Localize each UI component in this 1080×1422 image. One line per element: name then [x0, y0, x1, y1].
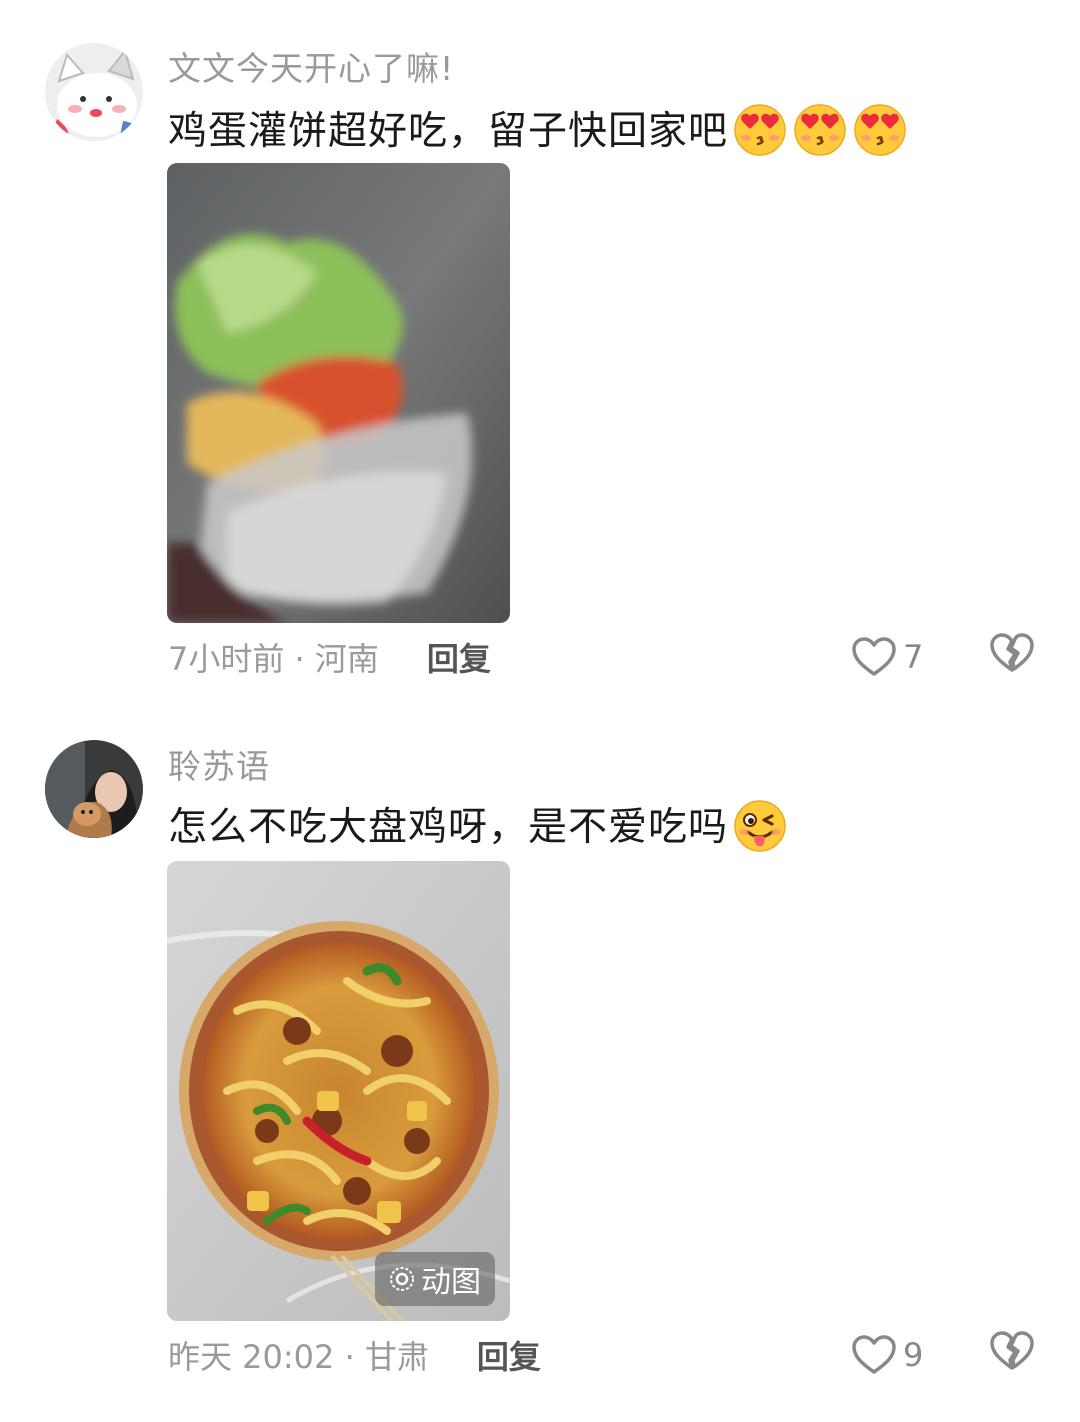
- like-count: 9: [903, 1336, 924, 1374]
- broken-heart-icon: [990, 633, 1034, 672]
- egg-pancake-photo[interactable]: [167, 163, 510, 623]
- gif-icon: [390, 1267, 414, 1291]
- timestamp-location: 7小时前 · 河南: [168, 640, 379, 678]
- gif-badge: 动图: [375, 1252, 495, 1306]
- gif-label: 动图: [421, 1265, 481, 1300]
- like-count: 7: [903, 638, 924, 676]
- dislike-button[interactable]: [990, 1330, 1034, 1380]
- photo-avatar-image: [45, 740, 143, 838]
- user-avatar[interactable]: [45, 43, 143, 141]
- reply-button[interactable]: 回复: [427, 634, 491, 680]
- wink-tongue-emoji-icon: [732, 796, 788, 852]
- comment-meta-row: 7小时前 · 河南 回复 7: [168, 627, 1048, 687]
- big-plate-chicken-photo[interactable]: 动图: [167, 861, 510, 1321]
- heart-icon: [852, 1335, 896, 1374]
- username[interactable]: 聆苏语: [168, 740, 270, 788]
- heart-eyes-kiss-emoji-icon: [732, 100, 788, 156]
- user-avatar[interactable]: [45, 740, 143, 838]
- comment-body: 怎么不吃大盘鸡呀，是不爱吃吗: [168, 805, 729, 850]
- like-button[interactable]: 7: [851, 636, 923, 678]
- comment-meta-row: 昨天 20:02 · 甘肃 回复 9: [168, 1325, 1048, 1385]
- comment-body: 鸡蛋灌饼超好吃，留子快回家吧: [168, 109, 729, 154]
- like-button[interactable]: 9: [851, 1334, 923, 1376]
- reply-button[interactable]: 回复: [477, 1332, 541, 1378]
- cartoon-avatar-image: [45, 43, 143, 141]
- dislike-button[interactable]: [990, 632, 1034, 682]
- comment-text: 鸡蛋灌饼超好吃，留子快回家吧: [168, 98, 908, 158]
- heart-eyes-kiss-emoji-icon: [852, 100, 908, 156]
- broken-heart-icon: [990, 1331, 1034, 1370]
- timestamp-location: 昨天 20:02 · 甘肃: [168, 1338, 429, 1376]
- heart-icon: [852, 637, 896, 676]
- comment-text: 怎么不吃大盘鸡呀，是不爱吃吗: [168, 794, 788, 854]
- heart-eyes-kiss-emoji-icon: [792, 100, 848, 156]
- username[interactable]: 文文今天开心了嘛!: [168, 42, 454, 90]
